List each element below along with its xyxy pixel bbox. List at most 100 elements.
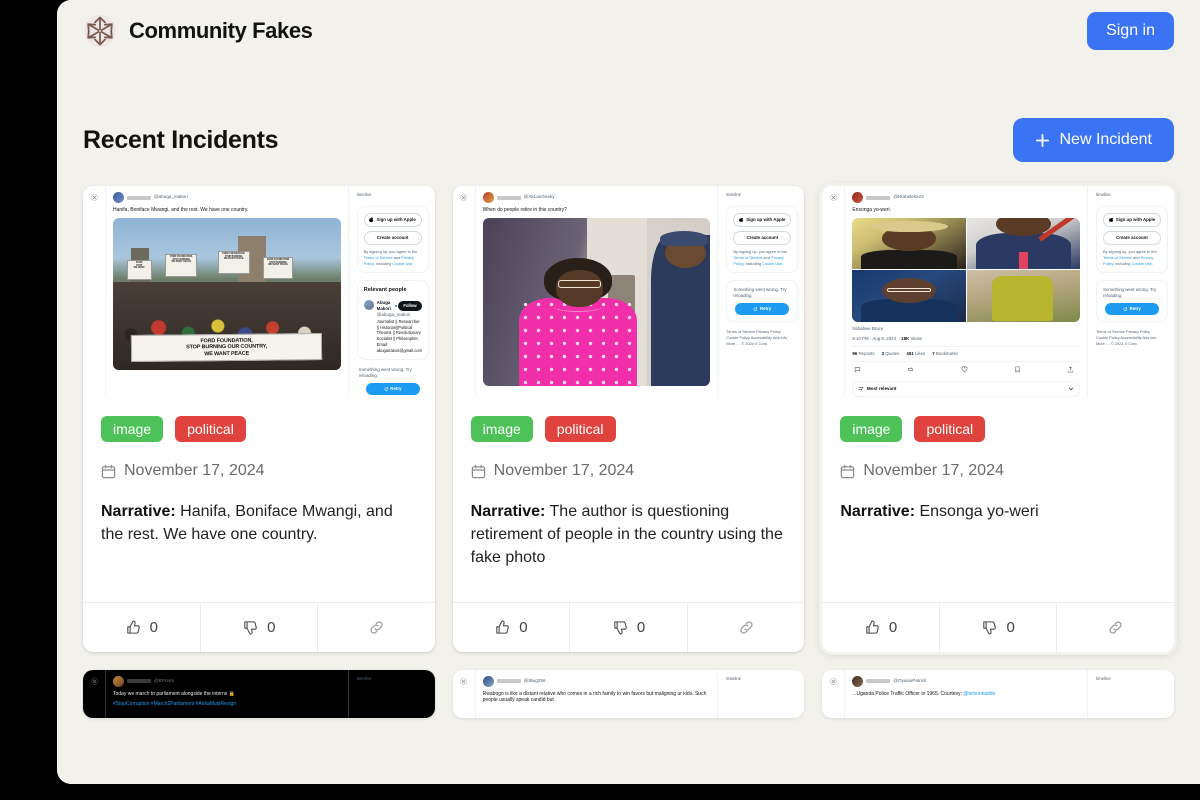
- upvote-button[interactable]: 0: [822, 603, 939, 652]
- x-logo-icon: [460, 194, 468, 201]
- new-incident-button[interactable]: New Incident: [1012, 118, 1174, 162]
- downvote-count: 0: [267, 618, 276, 636]
- section-header: Recent Incidents New Incident: [57, 118, 1200, 162]
- follow-button[interactable]: Follow: [398, 300, 422, 312]
- tweet-photo[interactable]: [482, 217, 711, 386]
- sidebar-footer-links[interactable]: Terms of Service Privacy Policy Cookie P…: [726, 329, 798, 347]
- incident-meta: image political November 17, 2024 Narrat…: [822, 398, 1174, 523]
- signup-card: Sign up with Apple Create account By sig…: [356, 205, 429, 274]
- create-account-button[interactable]: Create account: [1102, 231, 1161, 246]
- bookmark-icon[interactable]: [1014, 366, 1021, 373]
- tweet-gutter: [83, 186, 105, 398]
- reply-icon[interactable]: [854, 366, 861, 373]
- incident-grid: @abuga_makori Hanifa, Boniface Mwangi, a…: [57, 186, 1200, 652]
- incident-card[interactable]: @IBug256 Rwabogo is like a distant relat…: [452, 669, 805, 718]
- four-photo-grid: [852, 217, 1080, 322]
- brand[interactable]: Community Fakes: [83, 14, 313, 48]
- tag-image[interactable]: image: [840, 416, 903, 442]
- person-name-row: Abuga Makori Follow: [377, 300, 422, 312]
- avatar: [852, 675, 864, 687]
- sign-in-button[interactable]: Sign in: [1087, 12, 1174, 50]
- tweet-text-body: ...Uganda Police Traffic Officer in 1965…: [852, 690, 962, 697]
- incident-card-footer: 0 0: [452, 601, 805, 652]
- comment-sort-dropdown[interactable]: Most relevant: [852, 380, 1080, 397]
- incident-card[interactable]: @Ntabeleke22 Ensonga yo-weri. Nshabwe Br…: [822, 186, 1174, 652]
- incident-card[interactable]: @OyasiuPatrick ...Uganda Police Traffic …: [822, 669, 1174, 718]
- repost-icon[interactable]: [907, 366, 914, 373]
- x-logo-icon: [460, 677, 468, 685]
- author-name-blurred: [127, 679, 151, 684]
- bookmarks-stat[interactable]: 7 Bookmarks: [932, 351, 958, 357]
- upvote-button[interactable]: 0: [453, 603, 570, 652]
- retry-button[interactable]: Retry: [1104, 303, 1159, 316]
- views-count: 18K: [901, 335, 910, 341]
- tweet-author[interactable]: @IBug256: [482, 675, 711, 687]
- create-account-label: Create account: [376, 235, 409, 241]
- avatar: [113, 192, 124, 203]
- tweet-hashtags[interactable]: #StopCorruption #March2Parliament #Anita…: [113, 701, 341, 708]
- incident-card-body: @AkLanGeeky When do people retire in thi…: [452, 186, 805, 652]
- signup-with-apple-button[interactable]: Sign up with Apple: [733, 212, 792, 228]
- incident-date: November 17, 2024: [101, 462, 417, 480]
- downvote-button[interactable]: 0: [569, 602, 687, 652]
- create-account-button[interactable]: Create account: [733, 231, 792, 246]
- signup-with-apple-button[interactable]: Sign up with Apple: [1102, 212, 1161, 228]
- incident-card[interactable]: @BPUsm Today we march to parliament alon…: [83, 669, 435, 718]
- share-icon[interactable]: [1067, 366, 1074, 373]
- create-account-button[interactable]: Create account: [363, 231, 422, 246]
- copy-link-button[interactable]: [1056, 602, 1174, 652]
- incident-card[interactable]: @AkLanGeeky When do people retire in thi…: [452, 186, 805, 652]
- retry-label: Retry: [1129, 306, 1141, 312]
- quotes-stat[interactable]: 3 Quotes: [882, 351, 900, 357]
- tweet-author[interactable]: @abuga_makori: [113, 192, 341, 203]
- author-handle: @abuga_makori: [154, 194, 188, 200]
- thumbs-up-icon: [496, 620, 510, 634]
- retry-button[interactable]: Retry: [365, 383, 420, 396]
- tweet-timestamp-row: 5:10 PM · Aug 8, 2024 · 18K Views: [852, 335, 923, 341]
- tweet-photo[interactable]: FORD STOP WE WANT FORD FOUNDATION, STOP BUR…: [113, 217, 341, 370]
- elderly-woman-photo-illustration: [482, 217, 711, 386]
- tweet-screenshot: @BPUsm Today we march to parliament alon…: [83, 669, 435, 718]
- copy-link-button[interactable]: [317, 602, 435, 652]
- incident-card-footer: 0 0: [83, 601, 435, 652]
- tweet-main-column: @IBug256 Rwabogo is like a distant relat…: [474, 669, 719, 718]
- reposts-stat[interactable]: 96 Reposts: [852, 351, 874, 357]
- incident-card[interactable]: @abuga_makori Hanifa, Boniface Mwangi, a…: [83, 186, 435, 652]
- tweet-author[interactable]: @OyasiuPatrick: [852, 675, 1080, 687]
- site-header: Community Fakes Sign in: [57, 0, 1200, 62]
- author-handle: @BPUsm: [154, 677, 175, 683]
- tweet-stats: 96 Reposts 3 Quotes 461 Likes 7 Bookmark…: [852, 345, 1080, 362]
- tweet-author[interactable]: @BPUsm: [113, 675, 341, 687]
- thumbs-down-icon: [983, 620, 997, 634]
- likes-stat[interactable]: 461 Likes: [906, 351, 925, 357]
- downvote-button[interactable]: 0: [938, 602, 1057, 652]
- incident-date-text: November 17, 2024: [863, 462, 1004, 479]
- tag-political[interactable]: political: [544, 416, 616, 442]
- tweet-mention[interactable]: @telxonkadde: [963, 691, 995, 697]
- like-icon[interactable]: [961, 366, 968, 373]
- retry-button[interactable]: Retry: [735, 303, 790, 316]
- signup-with-apple-button[interactable]: Sign up with Apple: [363, 212, 422, 228]
- tag-political[interactable]: political: [175, 416, 246, 442]
- narrative-label: Narrative:: [470, 503, 546, 520]
- tag-political[interactable]: political: [914, 416, 986, 442]
- avatar: [113, 675, 124, 687]
- tweet-gutter: [83, 670, 105, 718]
- sidebar-footer-links[interactable]: Terms of Service Privacy Policy Cookie P…: [1096, 329, 1168, 347]
- relevant-person[interactable]: Abuga Makori Follow @abuga_makori Journa…: [363, 299, 422, 353]
- upvote-button[interactable]: 0: [83, 603, 200, 652]
- tag-image[interactable]: image: [470, 416, 533, 442]
- downvote-button[interactable]: 0: [199, 602, 318, 652]
- tweet-author[interactable]: @Ntabeleke22: [852, 192, 1080, 203]
- tweet-author[interactable]: @AkLanGeeky: [482, 192, 711, 203]
- sidebar-timeline-word: timeline: [356, 675, 372, 681]
- verified-badge-icon: [394, 304, 397, 308]
- copy-link-button[interactable]: [686, 602, 805, 652]
- new-incident-label: New Incident: [1059, 131, 1153, 148]
- sidebar-timeline-word: timeline: [356, 192, 372, 197]
- refresh-icon: [1123, 307, 1128, 311]
- tag-image[interactable]: image: [101, 416, 164, 442]
- link-icon: [370, 620, 383, 634]
- tweet-photo-grid[interactable]: [852, 217, 1080, 322]
- thumbs-up-icon: [866, 620, 879, 634]
